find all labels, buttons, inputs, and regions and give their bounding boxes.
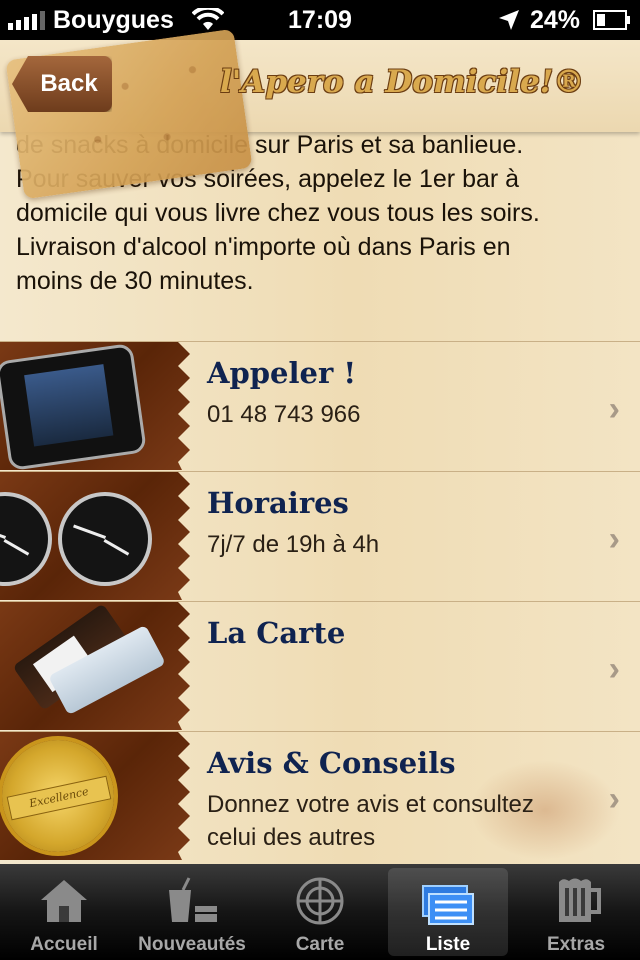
beer-mug-icon [559,878,601,922]
chevron-right-icon: › [608,650,620,688]
intro-line: moins de 30 minutes. [16,267,254,295]
tab-nouveautes[interactable]: Nouveautés [128,864,256,960]
list-icon [422,885,474,925]
battery-percent: 24% [530,6,581,34]
home-icon [41,880,87,922]
list-item-title: La Carte [207,616,346,650]
list-item-la-carte[interactable]: La Carte › [0,601,640,730]
radar-icon [296,877,344,925]
list-item-horaires[interactable]: Horaires 7j/7 de 19h à 4h › [0,471,640,600]
tab-label: Carte [295,934,345,955]
tab-accueil[interactable]: Accueil [0,864,128,960]
list-item-subtitle: 7j/7 de 19h à 4h [207,531,380,558]
app-logo: l'Apero a Domicile!® [220,64,585,100]
tab-label: Nouveautés [138,934,246,955]
excellence-seal-image: Excellence [0,732,190,860]
list-item-subtitle: Donnez votre avis et consultez celui des… [207,791,534,851]
tab-carte[interactable]: Carte [256,864,384,960]
chevron-right-icon: › [608,390,620,428]
tab-liste[interactable]: Liste [388,868,508,956]
list-item-title: Appeler ! [207,356,357,390]
tab-label: Liste [425,934,471,955]
list-item-title: Avis & Conseils [207,746,456,780]
list-item-avis-conseils[interactable]: Excellence Avis & Conseils Donnez votre … [0,731,640,860]
tab-extras[interactable]: Extras [512,864,640,960]
phone-image [0,342,190,470]
chevron-right-icon: › [608,780,620,818]
status-bar: Bouygues 17:09 24% [0,0,640,40]
tab-label: Accueil [30,934,98,955]
drinks-icon [169,877,217,922]
clocks-image [0,472,190,600]
bottles-image [0,602,190,730]
intro-line: Livraison d'alcool n'importe où dans Par… [16,233,511,261]
chevron-right-icon: › [608,520,620,558]
intro-line: domicile qui vous livre chez vous tous l… [16,199,540,227]
tab-bar: Accueil Nouveautés Carte Liste Extras [0,864,640,960]
tab-label: Extras [546,934,606,955]
battery-icon [593,10,630,30]
location-arrow-icon [499,10,519,30]
back-button[interactable]: Back [12,56,112,112]
list-item-title: Horaires [207,486,349,520]
list-item-appeler[interactable]: Appeler ! 01 48 743 966 › [0,341,640,470]
list-item-subtitle: 01 48 743 966 [207,401,361,428]
